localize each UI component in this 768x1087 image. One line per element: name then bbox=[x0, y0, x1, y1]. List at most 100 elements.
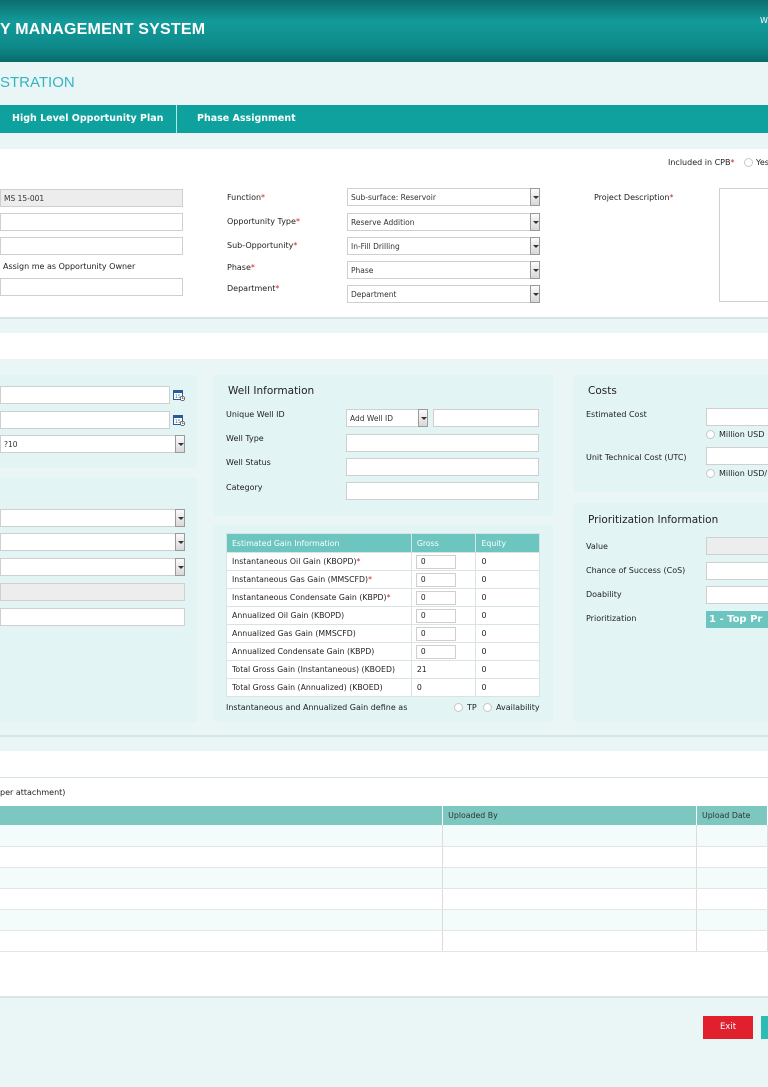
equity-value: 0 bbox=[475, 552, 540, 571]
table-row: Total Gross Gain (Instantaneous) (KBOED)… bbox=[226, 660, 540, 679]
text-field-1[interactable] bbox=[0, 213, 183, 231]
calendar-icon[interactable]: 15 bbox=[173, 389, 185, 401]
table-row: Instantaneous Oil Gain (KBOPD)* 0 0 bbox=[226, 552, 540, 571]
left-select-2[interactable] bbox=[0, 533, 185, 551]
tab-phase-assignment[interactable]: Phase Assignment bbox=[197, 105, 296, 133]
well-information-title: Well Information bbox=[228, 385, 315, 397]
left-text-field[interactable] bbox=[0, 608, 185, 626]
category-input[interactable] bbox=[346, 482, 539, 500]
million-usd-label: Million USD bbox=[719, 430, 765, 439]
equity-value: 0 bbox=[475, 678, 540, 697]
add-well-id-select[interactable]: Add Well ID bbox=[346, 409, 419, 427]
sub-opportunity-select[interactable]: In-Fill Drilling bbox=[347, 237, 540, 255]
chevron-down-icon bbox=[175, 509, 185, 527]
page-title: STRATION bbox=[0, 74, 75, 91]
gross-input[interactable]: 0 bbox=[415, 644, 456, 659]
project-description-textarea[interactable] bbox=[719, 188, 768, 302]
million-usd-radio[interactable] bbox=[706, 430, 715, 439]
left-select-1[interactable] bbox=[0, 509, 185, 527]
tab-bar: High Level Opportunity Plan Phase Assign… bbox=[0, 105, 768, 133]
exit-button[interactable]: Exit bbox=[703, 1016, 753, 1039]
attachments-table-header: Uploaded By Upload Date bbox=[0, 806, 768, 825]
welcome-text: W bbox=[760, 16, 768, 25]
well-status-label: Well Status bbox=[226, 458, 271, 467]
doability-input[interactable] bbox=[706, 586, 768, 604]
gross-input[interactable]: 0 bbox=[415, 554, 456, 569]
cpb-yes-label: Yes bbox=[756, 158, 768, 167]
year-select[interactable]: ?10 bbox=[0, 435, 185, 453]
gross-input[interactable]: 0 bbox=[415, 626, 456, 641]
gross-input[interactable]: 0 bbox=[415, 590, 456, 605]
well-type-input[interactable] bbox=[346, 434, 539, 452]
owner-field[interactable] bbox=[0, 278, 183, 296]
unique-well-id-input[interactable] bbox=[433, 409, 539, 427]
date-field-1[interactable] bbox=[0, 386, 170, 404]
department-select[interactable]: Department bbox=[347, 285, 540, 303]
costs-title: Costs bbox=[588, 385, 617, 397]
doability-label: Doability bbox=[586, 590, 622, 599]
gain-row-label: Annualized Gas Gain (MMSCFD) bbox=[226, 624, 412, 643]
svg-text:15: 15 bbox=[175, 419, 181, 425]
tp-radio[interactable] bbox=[454, 703, 463, 712]
table-row: Annualized Condensate Gain (KBPD) 0 0 bbox=[226, 642, 540, 661]
gross-input[interactable]: 0 bbox=[415, 572, 456, 587]
availability-label: Availability bbox=[496, 703, 540, 712]
utc-input[interactable] bbox=[706, 447, 768, 465]
chevron-down-icon[interactable] bbox=[418, 409, 428, 427]
gain-row-label: Total Gross Gain (Annualized) (KBOED) bbox=[226, 678, 412, 697]
gain-row-label: Instantaneous Gas Gain (MMSCFD)* bbox=[226, 570, 412, 589]
prioritization-label: Prioritization bbox=[586, 614, 637, 623]
cos-label: Chance of Success (CoS) bbox=[586, 566, 686, 575]
attachments-table: Uploaded By Upload Date bbox=[0, 806, 768, 952]
svg-text:15: 15 bbox=[175, 394, 181, 400]
phase-label: Phase* bbox=[227, 263, 255, 272]
col-file bbox=[0, 806, 444, 825]
calendar-icon[interactable]: 15 bbox=[173, 414, 185, 426]
gross-input[interactable]: 0 bbox=[415, 608, 456, 623]
estimated-gain-table: Estimated Gain Information Gross Equity … bbox=[226, 533, 540, 697]
table-row: Total Gross Gain (Annualized) (KBOED) 0 … bbox=[226, 678, 540, 697]
equity-value: 0 bbox=[475, 624, 540, 643]
opportunity-type-select[interactable]: Reserve Addition bbox=[347, 213, 540, 231]
col-uploaded-by: Uploaded By bbox=[442, 806, 698, 825]
left-select-3[interactable] bbox=[0, 558, 185, 576]
next-button[interactable] bbox=[761, 1016, 768, 1039]
gain-row-label: Annualized Oil Gain (KBOPD) bbox=[226, 606, 412, 625]
attachment-note: per attachment) bbox=[0, 788, 66, 797]
table-row bbox=[0, 867, 768, 889]
chevron-down-icon bbox=[175, 435, 185, 453]
value-field bbox=[706, 537, 768, 555]
table-row bbox=[0, 825, 768, 847]
tab-high-level-opportunity-plan[interactable]: High Level Opportunity Plan bbox=[12, 105, 163, 133]
function-label: Function* bbox=[227, 193, 266, 202]
phase-select[interactable]: Phase bbox=[347, 261, 540, 279]
estimated-cost-input[interactable] bbox=[706, 408, 768, 426]
gross-value: 0 bbox=[410, 678, 477, 697]
chevron-down-icon bbox=[530, 285, 540, 303]
gain-row-label: Instantaneous Oil Gain (KBOPD)* bbox=[226, 552, 412, 571]
chevron-down-icon bbox=[530, 237, 540, 255]
well-status-input[interactable] bbox=[346, 458, 539, 476]
col-equity: Equity bbox=[475, 533, 540, 553]
category-label: Category bbox=[226, 483, 263, 492]
function-select[interactable]: Sub-surface: Reservoir bbox=[347, 188, 540, 206]
chevron-down-icon bbox=[175, 558, 185, 576]
app-header: Y MANAGEMENT SYSTEM W bbox=[0, 0, 768, 62]
chevron-down-icon bbox=[530, 261, 540, 279]
gain-row-label: Total Gross Gain (Instantaneous) (KBOED) bbox=[226, 660, 412, 679]
million-usd-per-radio[interactable] bbox=[706, 469, 715, 478]
gain-row-label: Instantaneous Condensate Gain (KBPD)* bbox=[226, 588, 412, 607]
cpb-yes-radio[interactable] bbox=[744, 158, 753, 167]
table-row: Annualized Oil Gain (KBOPD) 0 0 bbox=[226, 606, 540, 625]
text-field-2[interactable] bbox=[0, 237, 183, 255]
equity-value: 0 bbox=[475, 570, 540, 589]
chevron-down-icon bbox=[175, 533, 185, 551]
table-row bbox=[0, 888, 768, 910]
assign-owner-checkbox-label[interactable]: Assign me as Opportunity Owner bbox=[3, 262, 135, 271]
opportunity-id-field: MS 15-001 bbox=[0, 189, 183, 207]
date-field-2[interactable] bbox=[0, 411, 170, 429]
cos-input[interactable] bbox=[706, 562, 768, 580]
availability-radio[interactable] bbox=[483, 703, 492, 712]
gain-row-label: Annualized Condensate Gain (KBPD) bbox=[226, 642, 412, 661]
well-type-label: Well Type bbox=[226, 434, 264, 443]
